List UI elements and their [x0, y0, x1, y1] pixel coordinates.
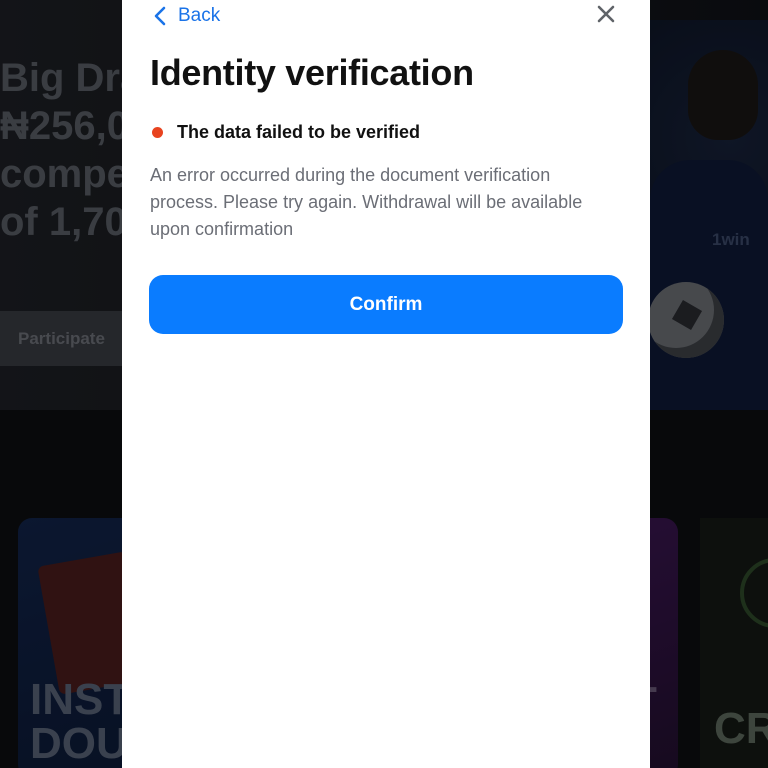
back-button[interactable]: Back [154, 2, 220, 30]
error-message: An error occurred during the document ve… [150, 165, 583, 239]
confirm-button[interactable]: Confirm [149, 275, 623, 334]
identity-verification-modal: Back Identity verification The data fail… [122, 0, 650, 768]
verification-status: The data failed to be verified [152, 120, 420, 144]
modal-title: Identity verification [150, 52, 474, 93]
close-button[interactable] [592, 2, 620, 30]
screen: Big Dra ₦256,0 compe of 1,70 Participate… [0, 0, 768, 768]
back-label: Back [178, 5, 221, 26]
chevron-left-icon [154, 6, 166, 26]
status-text: The data failed to be verified [177, 121, 421, 142]
close-icon [597, 5, 615, 28]
error-status-dot [152, 126, 163, 138]
